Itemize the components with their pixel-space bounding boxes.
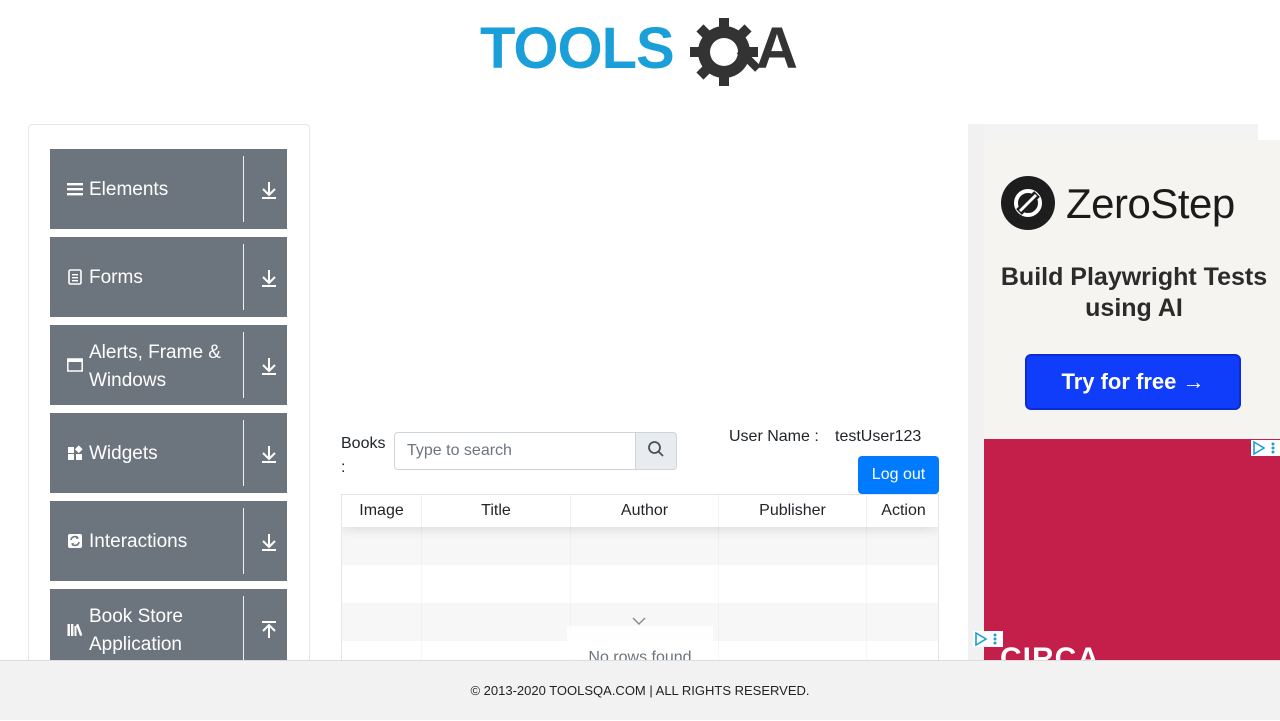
divider (243, 156, 244, 222)
logo-text-left: TOOLS (480, 16, 674, 81)
books-label: Books : (341, 435, 386, 476)
table-row (342, 527, 938, 565)
books-icon (67, 621, 83, 637)
footer-text: © 2013-2020 TOOLSQA.COM | ALL RIGHTS RES… (470, 683, 810, 698)
logout-button[interactable]: Log out (858, 456, 939, 494)
sidebar-group-label: Widgets (89, 443, 158, 464)
download-arrow-icon[interactable] (260, 356, 278, 376)
ad-cta-button[interactable]: Try for free → (1025, 354, 1241, 410)
search-input[interactable] (394, 432, 636, 470)
adchoices-icon[interactable] (1251, 440, 1280, 456)
sidebar-group-interactions[interactable]: Interactions (50, 501, 287, 581)
ad-tagline: Build Playwright Tests using AI (1000, 263, 1268, 322)
circa-ad[interactable] (984, 439, 1280, 660)
sidebar-group-book-store[interactable]: Book Store Application (50, 589, 287, 669)
search-box (394, 432, 677, 470)
menu-icon (67, 181, 83, 197)
sidebar-group-label: Interactions (89, 531, 188, 552)
zerostep-logo-icon (1001, 176, 1055, 230)
interactions-icon (67, 533, 83, 549)
sidebar-group-elements[interactable]: Elements (50, 149, 287, 229)
ad-brand: ZeroStep (1066, 180, 1235, 227)
ad-frame (968, 124, 1258, 140)
sidebar-group-forms[interactable]: Forms (50, 237, 287, 317)
logo-text-right: A (756, 16, 798, 81)
sidebar-group-label: Book Store Application (89, 606, 183, 655)
user-name-value: testUser123 (835, 428, 922, 445)
sidebar-group-label: Forms (89, 267, 143, 288)
footer: © 2013-2020 TOOLSQA.COM | ALL RIGHTS RES… (0, 660, 1280, 720)
download-arrow-icon[interactable] (260, 532, 278, 552)
chevron-down-icon (631, 614, 647, 626)
divider (243, 596, 244, 662)
divider (243, 420, 244, 486)
sidebar-group-label: Elements (89, 179, 169, 200)
upload-arrow-icon[interactable] (260, 620, 278, 640)
column-header-title[interactable]: Title (422, 495, 571, 527)
document-icon (67, 269, 83, 285)
toolsqa-logo[interactable]: TOOLS A (480, 14, 804, 92)
adchoices-icon[interactable] (973, 631, 1003, 647)
column-header-publisher[interactable]: Publisher (719, 495, 867, 527)
divider (243, 508, 244, 574)
divider (243, 244, 244, 310)
column-header-action[interactable]: Action (867, 495, 938, 527)
column-header-author[interactable]: Author (571, 495, 719, 527)
sidebar-group-alerts[interactable]: Alerts, Frame & Windows (50, 325, 287, 405)
ad-frame (968, 124, 984, 660)
table-row (342, 565, 938, 603)
column-header-image[interactable]: Image (342, 495, 422, 527)
gear-icon (690, 18, 761, 86)
widgets-icon (67, 445, 83, 461)
table-header: Image Title Author Publisher Action (342, 495, 938, 527)
window-icon (67, 357, 83, 373)
sidebar: Elements Forms Alerts, Frame & Windows W… (28, 124, 310, 684)
download-arrow-icon[interactable] (260, 180, 278, 200)
sidebar-group-label: Alerts, Frame & Windows (89, 342, 221, 391)
divider (243, 332, 244, 398)
download-arrow-icon[interactable] (260, 268, 278, 288)
user-name-label: User Name : (729, 428, 819, 445)
download-arrow-icon[interactable] (260, 444, 278, 464)
sidebar-group-widgets[interactable]: Widgets (50, 413, 287, 493)
search-icon (647, 440, 665, 463)
search-button[interactable] (635, 432, 677, 470)
